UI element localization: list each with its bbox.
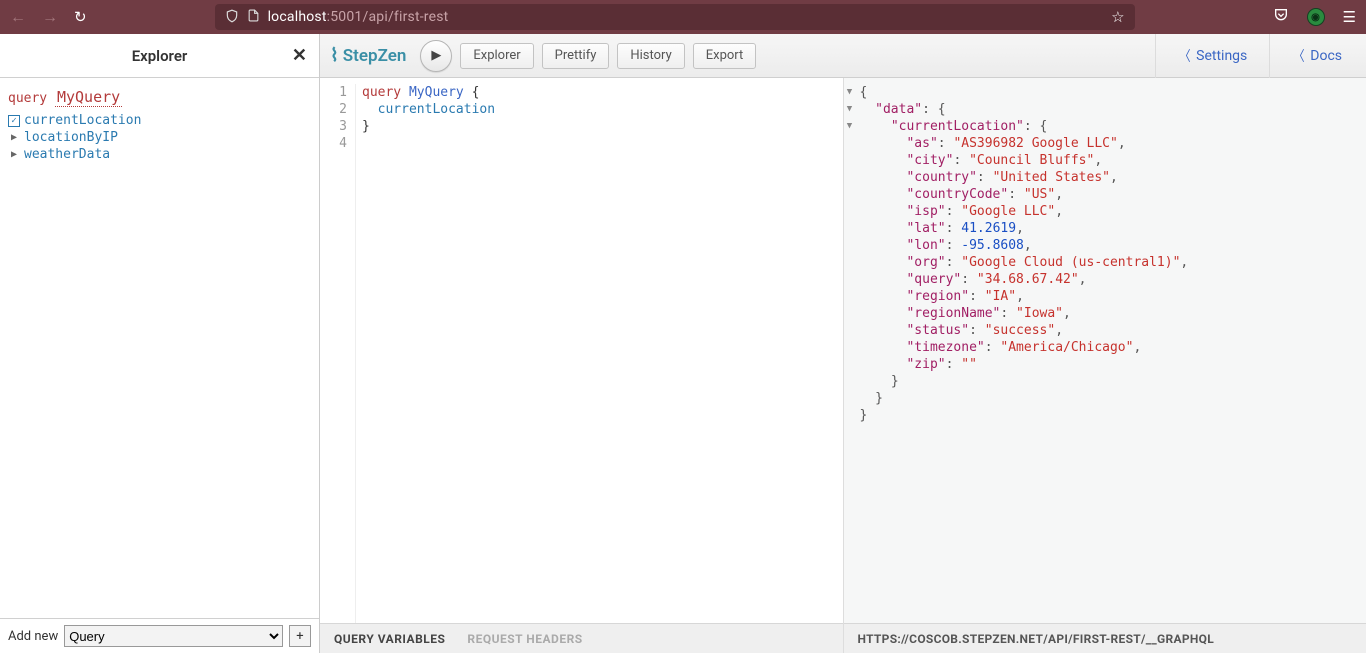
nav-group: ← → ↻ — [10, 7, 87, 27]
logo-icon: ⌇ — [330, 45, 339, 66]
bookmark-star-icon[interactable]: ☆ — [1111, 8, 1124, 26]
endpoint-url: HTTPS://COSCOB.STEPZEN.NET/API/FIRST-RES… — [858, 632, 1215, 646]
stepzen-logo: ⌇ StepZen — [330, 45, 406, 66]
back-button[interactable]: ← — [10, 7, 26, 27]
caret-right-icon: ▶ — [8, 149, 20, 160]
explorer-header: Explorer ✕ — [0, 34, 319, 78]
query-name-input[interactable]: MyQuery — [55, 88, 122, 107]
line-gutter: 1234 — [320, 84, 356, 623]
export-button[interactable]: Export — [693, 43, 757, 69]
chevron-left-icon: 〈 — [1180, 46, 1191, 66]
add-new-label: Add new — [8, 629, 58, 644]
caret-right-icon: ▶ — [8, 132, 20, 143]
extension-badge-icon[interactable]: ◉ — [1307, 8, 1325, 26]
chevron-left-icon: 〈 — [1294, 46, 1305, 66]
logo-text: StepZen — [343, 46, 407, 66]
explorer-query-line: query MyQuery — [8, 88, 311, 106]
pocket-icon[interactable] — [1273, 7, 1289, 27]
fold-gutter: ▼▼▼ — [844, 84, 856, 424]
query-editor[interactable]: 1234 query MyQuery { currentLocation} — [320, 78, 843, 623]
browser-chrome: ← → ↻ localhost:5001/api/first-rest ☆ ◉ … — [0, 0, 1366, 34]
reload-button[interactable]: ↻ — [74, 8, 87, 26]
shield-icon — [225, 9, 239, 26]
prettify-button[interactable]: Prettify — [542, 43, 610, 69]
page-icon — [247, 9, 260, 25]
add-new-plus-button[interactable]: + — [289, 625, 311, 647]
result-viewer[interactable]: ▼▼▼ { "data": { "currentLocation": { "as… — [844, 78, 1366, 623]
explorer-field-locationByIP[interactable]: ▶ locationByIP — [8, 129, 311, 146]
forward-button[interactable]: → — [42, 7, 58, 27]
hamburger-menu-icon[interactable]: ☰ — [1343, 8, 1356, 26]
url-text: localhost:5001/api/first-rest — [268, 9, 449, 25]
explorer-panel: Explorer ✕ query MyQuery ✓ currentLocatio… — [0, 34, 320, 653]
query-variables-tab[interactable]: QUERY VARIABLES — [334, 632, 445, 646]
history-button[interactable]: History — [617, 43, 684, 69]
checkbox-icon[interactable]: ✓ — [8, 115, 20, 127]
editor-footer: QUERY VARIABLES REQUEST HEADERS — [320, 623, 843, 653]
docs-link[interactable]: 〈 Docs — [1278, 46, 1356, 66]
explorer-title: Explorer — [132, 47, 188, 65]
close-icon[interactable]: ✕ — [292, 45, 307, 66]
endpoint-bar: HTTPS://COSCOB.STEPZEN.NET/API/FIRST-RES… — [844, 623, 1366, 653]
execute-button[interactable]: ▶ — [420, 40, 452, 72]
explorer-field-label: weatherData — [24, 147, 110, 162]
explorer-field-label: locationByIP — [24, 130, 118, 145]
explorer-field-label: currentLocation — [24, 113, 141, 128]
explorer-field-weatherData[interactable]: ▶ weatherData — [8, 146, 311, 163]
explorer-footer: Add new Query + — [0, 618, 319, 653]
add-new-select[interactable]: Query — [64, 625, 283, 647]
explorer-field-currentLocation[interactable]: ✓ currentLocation — [8, 112, 311, 129]
explorer-button[interactable]: Explorer — [460, 43, 533, 69]
settings-link[interactable]: 〈 Settings — [1164, 46, 1261, 66]
url-bar[interactable]: localhost:5001/api/first-rest ☆ — [215, 4, 1135, 30]
toolbar: ⌇ StepZen ▶ Explorer Prettify History Ex… — [320, 34, 1366, 78]
query-keyword: query — [8, 91, 47, 106]
explorer-body: query MyQuery ✓ currentLocation ▶ locationB… — [0, 78, 319, 618]
request-headers-tab[interactable]: REQUEST HEADERS — [467, 632, 582, 646]
